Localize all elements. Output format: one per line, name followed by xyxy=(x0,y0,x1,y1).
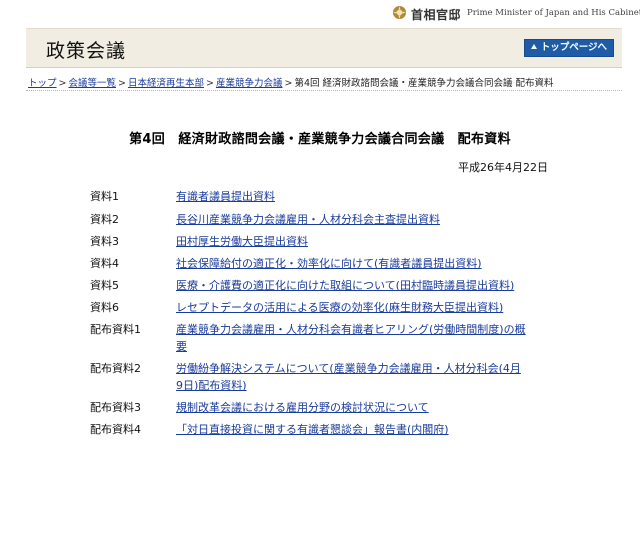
document-list: 資料1 有識者議員提出資料 資料2 長谷川産業競争力会議雇用・人材分科会主査提出… xyxy=(90,188,550,443)
section-title: 政策会議 xyxy=(46,40,127,62)
document-row: 資料4 社会保障給付の適正化・効率化に向けて(有識者議員提出資料) xyxy=(90,255,550,277)
document-link[interactable]: 「対日直接投資に関する有識者懇談会」報告書(内閣府) xyxy=(176,421,526,438)
government-emblem-icon xyxy=(392,5,407,20)
site-topbar: 首相官邸 Prime Minister of Japan and His Cab… xyxy=(0,0,640,26)
document-link[interactable]: 有識者議員提出資料 xyxy=(176,188,526,205)
breadcrumb-separator: > xyxy=(205,78,214,89)
document-label: 配布資料4 xyxy=(90,423,141,436)
document-row: 配布資料1 産業競争力会議雇用・人材分科会有識者ヒアリング(労働時間制度)の概要 xyxy=(90,321,550,360)
page-title: 第4回 経済財政諮問会議・産業競争力会議合同会議 配布資料 xyxy=(129,132,511,147)
document-label: 配布資料1 xyxy=(90,323,141,336)
document-row: 資料2 長谷川産業競争力会議雇用・人材分科会主査提出資料 xyxy=(90,211,550,233)
breadcrumb-link-top[interactable]: トップ xyxy=(28,78,57,89)
document-row: 配布資料3 規制改革会議における雇用分野の検討状況について xyxy=(90,399,550,421)
breadcrumb-separator: > xyxy=(284,78,293,89)
document-link[interactable]: レセプトデータの活用による医療の効率化(麻生財務大臣提出資料) xyxy=(176,299,526,316)
document-row: 資料5 医療・介護費の適正化に向けた取組について(田村臨時議員提出資料) xyxy=(90,277,550,299)
top-page-button[interactable]: トップページへ xyxy=(523,39,614,57)
breadcrumb-separator: > xyxy=(118,78,126,89)
breadcrumb-link-meetings[interactable]: 会議等一覧 xyxy=(68,78,116,89)
document-link[interactable]: 規制改革会議における雇用分野の検討状況について xyxy=(176,399,526,416)
document-row: 資料3 田村厚生労働大臣提出資料 xyxy=(90,233,550,255)
site-name-en: Prime Minister of Japan and His Cabinet xyxy=(467,8,640,18)
arrow-up-icon xyxy=(530,44,537,49)
breadcrumb-current: 第4回 経済財政諮問会議・産業競争力会議合同会議 配布資料 xyxy=(294,78,554,89)
document-label: 資料5 xyxy=(90,279,119,292)
page-header: 政策会議 トップページへ xyxy=(26,28,622,68)
breadcrumb-link-competitiveness-council[interactable]: 産業競争力会議 xyxy=(216,78,283,89)
document-link[interactable]: 田村厚生労働大臣提出資料 xyxy=(176,233,526,250)
document-link[interactable]: 医療・介護費の適正化に向けた取組について(田村臨時議員提出資料) xyxy=(176,277,526,294)
document-link[interactable]: 労働紛争解決システムについて(産業競争力会議雇用・人材分科会(4月9日)配布資料… xyxy=(176,360,526,394)
document-row: 資料6 レセプトデータの活用による医療の効率化(麻生財務大臣提出資料) xyxy=(90,299,550,321)
document-label: 資料4 xyxy=(90,257,119,270)
document-label: 資料2 xyxy=(90,213,119,226)
document-row: 配布資料2 労働紛争解決システムについて(産業競争力会議雇用・人材分科会(4月9… xyxy=(90,360,550,399)
breadcrumb-link-revitalization-hq[interactable]: 日本経済再生本部 xyxy=(128,78,204,89)
document-label: 配布資料3 xyxy=(90,401,141,414)
breadcrumb: トップ > 会議等一覧 > 日本経済再生本部 > 産業競争力会議 > 第4回 経済財政諮問会議・… xyxy=(28,75,554,89)
site-name-jp[interactable]: 首相官邸 xyxy=(411,6,461,23)
document-label: 資料1 xyxy=(90,190,119,203)
top-page-button-label: トップページへ xyxy=(540,42,607,53)
document-label: 配布資料2 xyxy=(90,362,141,375)
document-link[interactable]: 産業競争力会議雇用・人材分科会有識者ヒアリング(労働時間制度)の概要 xyxy=(176,321,526,355)
document-link[interactable]: 社会保障給付の適正化・効率化に向けて(有識者議員提出資料) xyxy=(176,255,526,272)
meeting-date: 平成26年4月22日 xyxy=(458,161,548,174)
document-label: 資料6 xyxy=(90,301,119,314)
document-row: 配布資料4 「対日直接投資に関する有識者懇談会」報告書(内閣府) xyxy=(90,421,550,443)
breadcrumb-separator: > xyxy=(58,78,67,89)
document-label: 資料3 xyxy=(90,235,119,248)
breadcrumb-divider xyxy=(26,90,622,91)
document-row: 資料1 有識者議員提出資料 xyxy=(90,188,550,211)
document-link[interactable]: 長谷川産業競争力会議雇用・人材分科会主査提出資料 xyxy=(176,211,526,228)
